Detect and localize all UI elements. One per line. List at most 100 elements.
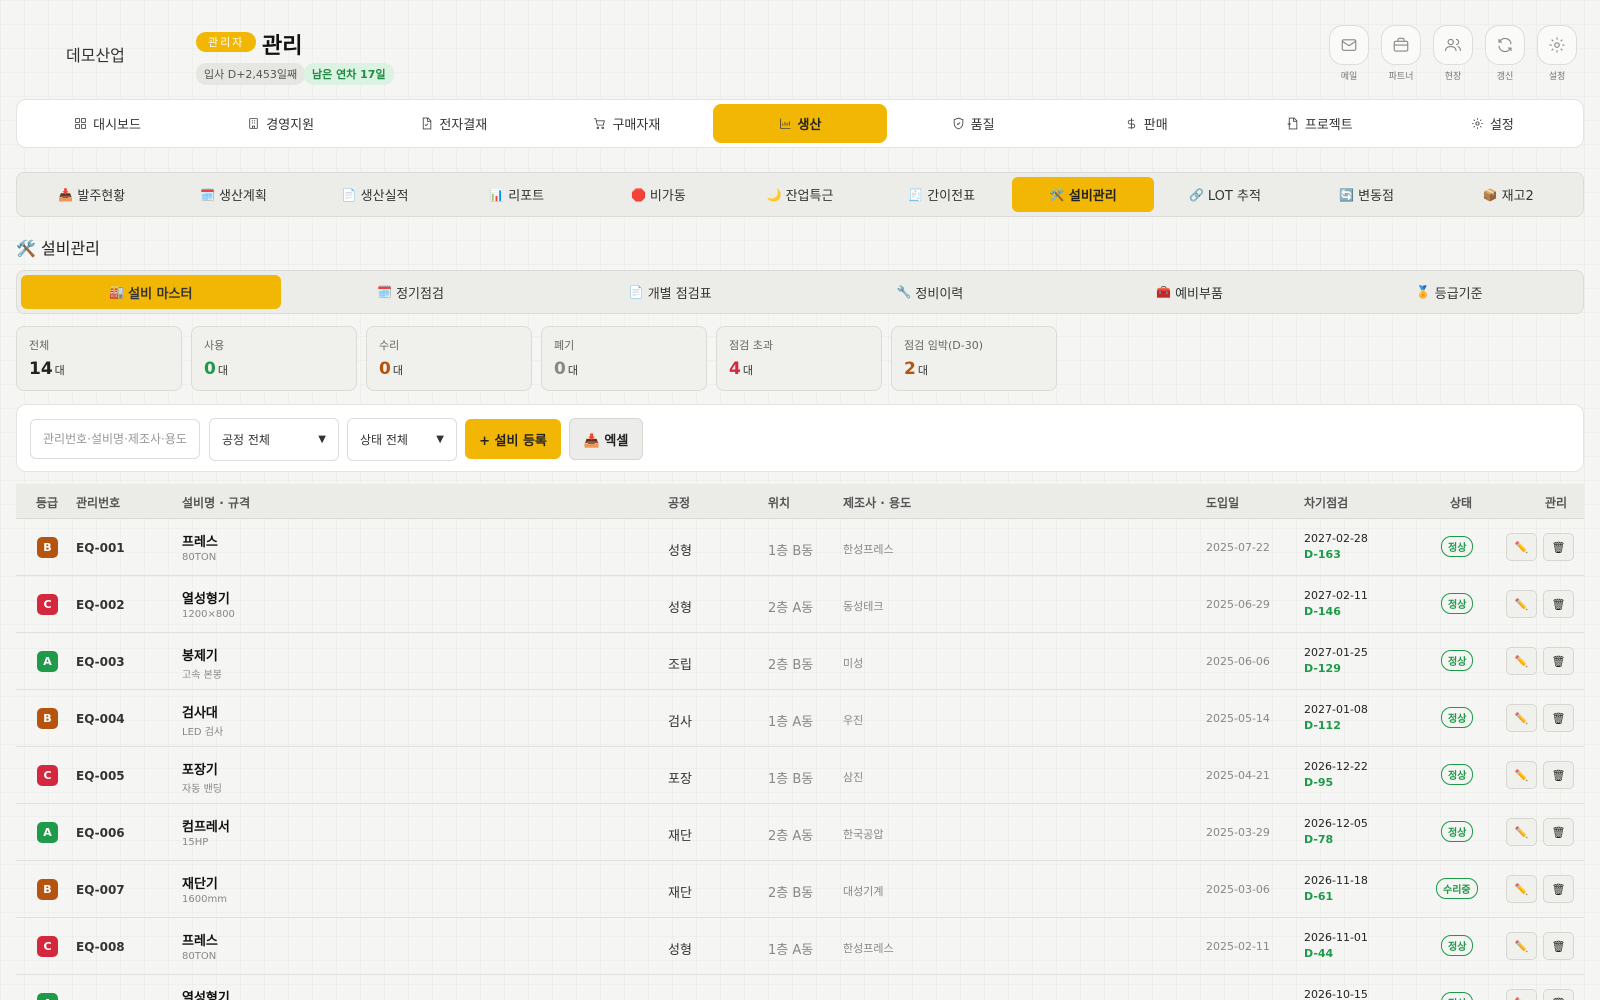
status-badge: 정상 — [1441, 593, 1474, 614]
edit-button[interactable]: ✏️ — [1506, 590, 1537, 618]
status-select[interactable]: 상태 전체 ▼ — [347, 418, 457, 461]
sub-tab-plan[interactable]: 🗓️ 생산계획 — [163, 177, 305, 212]
col-location[interactable]: 위치 — [768, 494, 790, 511]
edit-button[interactable]: ✏️ — [1506, 818, 1537, 846]
sub-tab-inventory2[interactable]: 📦 재고2 — [1437, 177, 1579, 212]
delete-button[interactable]: 🗑 — [1543, 533, 1574, 561]
table-row[interactable]: C EQ-005 포장기 자동 밴딩 포장 1층 B동 삼진 2025-04-21 2026-1… — [16, 747, 1584, 804]
sub-tab-report[interactable]: 📊 리포트 — [446, 177, 588, 212]
quick-action-site[interactable]: 현장 — [1433, 25, 1473, 82]
search-input[interactable] — [30, 419, 200, 459]
sub-tab-voucher[interactable]: 🧾 간이전표 — [871, 177, 1013, 212]
col-next-inspection[interactable]: 차기점검 — [1304, 494, 1348, 511]
delete-button[interactable]: 🗑 — [1543, 761, 1574, 789]
main-tab-project[interactable]: 프로젝트 — [1233, 104, 1406, 143]
equipment-process: 포장 — [668, 772, 692, 787]
main-tab-sales[interactable]: 판매 — [1060, 104, 1233, 143]
next-inspection-dday: D-78 — [1304, 833, 1334, 846]
equipment-name: 검사대 — [182, 706, 218, 721]
tab-equipment-master[interactable]: 🏭 설비 마스터 — [21, 275, 281, 309]
sub-tab-orders[interactable]: 📥 발주현황 — [21, 177, 163, 212]
col-date[interactable]: 도입일 — [1206, 494, 1239, 511]
main-tab-dashboard[interactable]: 대시보드 — [21, 104, 194, 143]
add-equipment-button[interactable]: + 설비 등록 — [465, 419, 561, 459]
delete-button[interactable]: 🗑 — [1543, 647, 1574, 675]
sub-tab-equipment[interactable]: 🛠️ 설비관리 — [1012, 177, 1155, 212]
tab-periodic-inspection[interactable]: 🗓️ 정기점검 — [281, 275, 541, 309]
status-badge: 정상 — [1441, 536, 1474, 557]
edit-button[interactable]: ✏️ — [1506, 533, 1537, 561]
sub-tab-lot[interactable]: 🔗 LOT 추적 — [1154, 177, 1296, 212]
delete-button[interactable]: 🗑 — [1543, 704, 1574, 732]
mail-icon[interactable] — [1329, 25, 1369, 65]
delete-button[interactable]: 🗑 — [1543, 989, 1574, 1000]
stat-cards: 전체 14 대 사용 0 대 수리 0 대 폐기 0 대 점검 초과 4 대 점검 임박(D-30) 2 대 — [16, 326, 1057, 391]
table-row[interactable]: B EQ-001 프레스 80TON 성형 1층 B동 한성프레스 2025-07-22 202… — [16, 519, 1584, 576]
equipment-name: 프레스 — [182, 535, 218, 550]
tab-label: 등급기준 — [1434, 286, 1483, 302]
delete-button[interactable]: 🗑 — [1543, 590, 1574, 618]
delete-button[interactable]: 🗑 — [1543, 932, 1574, 960]
tab-grade-criteria[interactable]: 🏅 등급기준 — [1319, 275, 1579, 309]
stat-label: 점검 임박(D-30) — [904, 339, 983, 352]
gear-icon[interactable] — [1537, 25, 1577, 65]
tab-spare-parts[interactable]: 🧰 예비부품 — [1060, 275, 1320, 309]
tab-maintenance-history[interactable]: 🔧 정비이력 — [800, 275, 1060, 309]
sub-tab-label: 비가동 — [649, 189, 686, 204]
equipment-id: EQ-008 — [76, 940, 125, 954]
main-tab-label: 구매자재 — [612, 118, 661, 133]
col-manage: 관리 — [1545, 496, 1568, 510]
table-row[interactable]: C EQ-002 열성형기 1200×800 성형 2층 A동 동성테크 2025-06-29… — [16, 576, 1584, 633]
edit-button[interactable]: ✏️ — [1506, 761, 1537, 789]
col-maker[interactable]: 제조사 · 용도 — [843, 494, 911, 511]
table-row[interactable]: A 열성형기성형 1층 B동 2026-10-15 정상 ✏️ 🗑 — [16, 975, 1584, 1000]
next-inspection-date: 2027-02-11 — [1304, 589, 1368, 602]
pencil-icon: ✏️ — [1514, 825, 1529, 839]
main-tab-production[interactable]: 생산 — [713, 104, 887, 143]
quick-action-mail[interactable]: 메일 — [1329, 25, 1369, 82]
table-row[interactable]: C EQ-008 프레스 80TON 성형 1층 A동 한성프레스 2025-02-11 202… — [16, 918, 1584, 975]
col-status[interactable]: 상태 — [1450, 494, 1472, 511]
table-row[interactable]: B EQ-004 검사대 LED 검사 검사 1층 A동 우진 2025-05-14 2027-… — [16, 690, 1584, 747]
quick-action-refresh[interactable]: 갱신 — [1485, 25, 1525, 82]
excel-export-button[interactable]: 📥 엑셀 — [569, 418, 643, 460]
sub-tab-downtime[interactable]: 🛑 비가동 — [588, 177, 730, 212]
edit-button[interactable]: ✏️ — [1506, 875, 1537, 903]
table-row[interactable]: A EQ-006 컴프레서 15HP 재단 2층 A동 한국공압 2025-03-29 2026… — [16, 804, 1584, 861]
delete-button[interactable]: 🗑 — [1543, 818, 1574, 846]
process-select[interactable]: 공정 전체 ▼ — [209, 418, 339, 461]
sub-tab-overtime[interactable]: 🌙 잔업특근 — [729, 177, 871, 212]
sub-tab-results[interactable]: 📄 생산실적 — [304, 177, 446, 212]
col-process[interactable]: 공정 — [668, 494, 690, 511]
tab-checklist[interactable]: 📄 개별 점검표 — [540, 275, 800, 309]
edit-button[interactable]: ✏️ — [1506, 647, 1537, 675]
users-icon[interactable] — [1433, 25, 1473, 65]
next-inspection-dday: D-129 — [1304, 662, 1341, 675]
main-tab-quality[interactable]: 품질 — [887, 104, 1060, 143]
edit-button[interactable]: ✏️ — [1506, 704, 1537, 732]
stat-label: 수리 — [379, 339, 400, 352]
edit-button[interactable]: ✏️ — [1506, 989, 1537, 1000]
table-row[interactable]: B EQ-007 재단기 1600mm 재단 2층 B동 대성기계 2025-03-06 202… — [16, 861, 1584, 918]
sub-tab-changes[interactable]: 🔄 변동점 — [1296, 177, 1438, 212]
quick-action-partner[interactable]: 파트너 — [1381, 25, 1421, 82]
equipment-location: 2층 B동 — [768, 658, 814, 673]
app-header: 데모산업 관리자 관리 입사 D+2,453일째 남은 연차 17일 메일 파트… — [0, 0, 1600, 98]
briefcase-icon[interactable] — [1381, 25, 1421, 65]
table-row[interactable]: A EQ-003 봉제기 고속 본봉 조립 2층 B동 미성 2025-06-06 2027-0… — [16, 633, 1584, 690]
main-tab-purchase[interactable]: 구매자재 — [540, 104, 713, 143]
col-grade[interactable]: 등급 — [36, 494, 58, 511]
main-tab-management[interactable]: 경영지원 — [194, 104, 367, 143]
intro-date: 2025-04-21 — [1206, 769, 1270, 782]
equipment-id: EQ-002 — [76, 598, 125, 612]
col-id[interactable]: 관리번호 — [76, 494, 120, 511]
inbox-icon: 📥 — [58, 187, 74, 202]
status-badge: 정상 — [1441, 707, 1474, 728]
quick-action-settings[interactable]: 설정 — [1537, 25, 1577, 82]
delete-button[interactable]: 🗑 — [1543, 875, 1574, 903]
refresh-icon[interactable] — [1485, 25, 1525, 65]
main-tab-settings[interactable]: 설정 — [1406, 104, 1579, 143]
main-tab-approval[interactable]: 전자결재 — [367, 104, 540, 143]
col-name[interactable]: 설비명 · 규격 — [182, 494, 250, 511]
edit-button[interactable]: ✏️ — [1506, 932, 1537, 960]
